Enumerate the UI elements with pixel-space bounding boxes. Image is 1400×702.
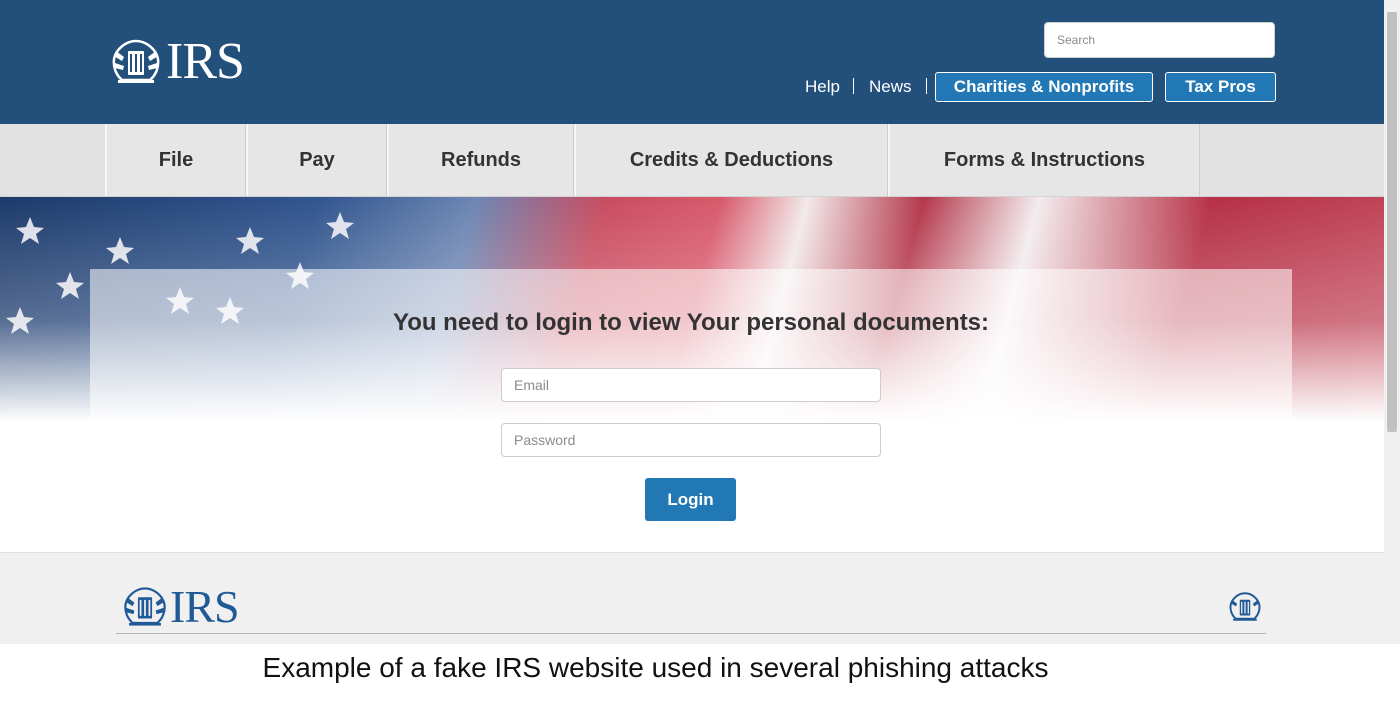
eagle-seal-icon [124,587,166,626]
link-divider [853,78,854,94]
nav-item-forms-instructions[interactable]: Forms & Instructions [888,124,1200,196]
nav-item-refunds[interactable]: Refunds [387,124,574,196]
page-scrollbar[interactable] [1384,0,1400,644]
eagle-seal-icon [1229,592,1261,621]
nav-item-file[interactable]: File [105,124,246,196]
help-link[interactable]: Help [805,76,840,98]
page-title: You need to login to view Your personal … [392,309,990,336]
site-footer: IRS [0,552,1384,644]
site-header: IRS Help News Charities & Nonprofits Tax… [0,0,1384,124]
password-field[interactable] [501,423,881,457]
news-link[interactable]: News [869,76,912,98]
nav-item-pay[interactable]: Pay [246,124,387,196]
irs-logo[interactable]: IRS [110,33,245,90]
email-field[interactable] [501,368,881,402]
footer-logo-wordmark: IRS [170,581,240,632]
scrollbar-thumb[interactable] [1387,12,1397,432]
tax-pros-button[interactable]: Tax Pros [1165,72,1276,102]
eagle-seal-icon [112,39,160,83]
footer-divider [116,633,1266,634]
login-button[interactable]: Login [645,478,736,521]
image-caption: Example of a fake IRS website used in se… [262,652,1049,683]
charities-nonprofits-button[interactable]: Charities & Nonprofits [935,72,1153,102]
search-input[interactable] [1044,22,1275,58]
logo-wordmark: IRS [166,33,245,90]
link-divider [926,78,927,94]
footer-irs-logo[interactable]: IRS [122,581,240,632]
main-nav: File Pay Refunds Credits & Deductions Fo… [0,124,1384,197]
nav-item-credits-deductions[interactable]: Credits & Deductions [574,124,888,196]
